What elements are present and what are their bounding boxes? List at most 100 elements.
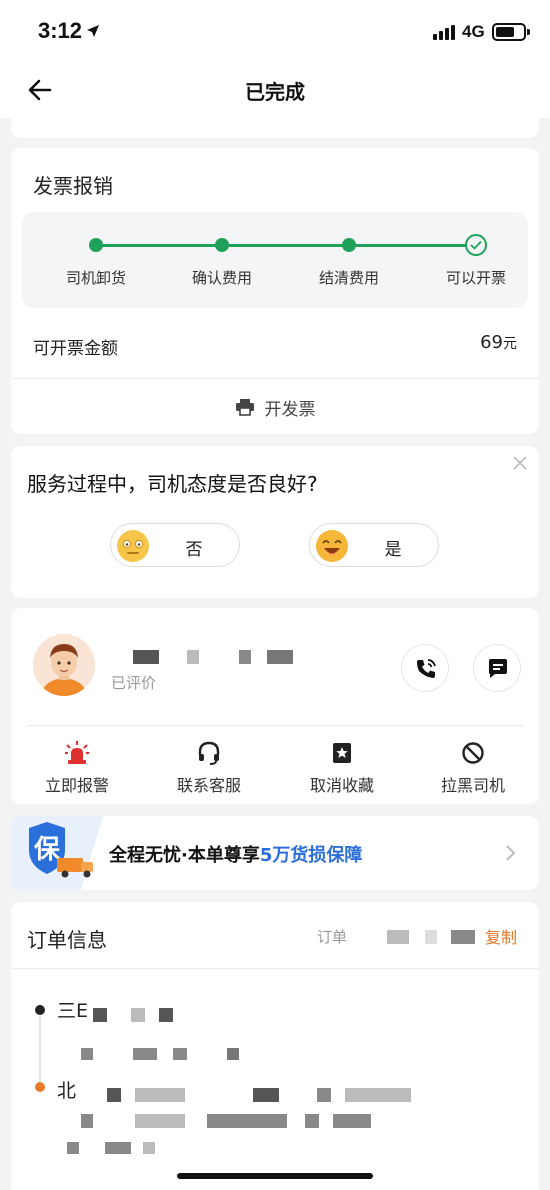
step-dot xyxy=(342,238,356,252)
call-driver-button[interactable] xyxy=(401,644,449,692)
step-check-icon xyxy=(465,234,487,256)
status-bar: 3:12 4G xyxy=(0,0,550,62)
unfavorite-button[interactable]: 取消收藏 xyxy=(287,736,397,796)
redacted-text xyxy=(135,1088,185,1102)
invoice-progress: 司机卸货 确认费用 结清费用 可以开票 xyxy=(22,212,528,308)
status-time: 3:12 xyxy=(38,18,83,43)
redacted-text xyxy=(387,930,409,944)
issue-invoice-label: 开发票 xyxy=(264,399,316,420)
neutral-face-icon xyxy=(117,530,149,562)
divider xyxy=(11,968,539,969)
location-arrow-icon xyxy=(87,25,99,37)
driver-attitude-survey: 服务过程中，司机态度是否良好? 否 是 xyxy=(11,446,539,598)
redacted-text xyxy=(105,1142,131,1154)
issue-invoice-button[interactable]: 开发票 xyxy=(11,380,539,434)
redacted-text xyxy=(173,1048,187,1060)
survey-yes-button[interactable]: 是 xyxy=(309,523,439,567)
insurance-text-prefix: 全程无忧·本单尊享 xyxy=(109,845,260,866)
page-title: 已完成 xyxy=(245,80,305,104)
happy-face-icon xyxy=(316,530,348,562)
redacted-text xyxy=(207,1114,287,1128)
nav-bar: 已完成 xyxy=(0,62,550,118)
route-line xyxy=(39,1016,41,1082)
redacted-text xyxy=(425,930,437,944)
survey-no-label: 否 xyxy=(185,540,203,560)
survey-no-button[interactable]: 否 xyxy=(110,523,240,567)
block-driver-label: 拉黑司机 xyxy=(440,776,505,795)
order-info-title: 订单信息 xyxy=(27,928,107,952)
customer-service-button[interactable]: 联系客服 xyxy=(154,736,264,796)
redacted-text xyxy=(93,1008,107,1022)
divider xyxy=(27,725,523,726)
origin-dot xyxy=(35,1005,45,1015)
alarm-light-icon xyxy=(65,741,89,764)
emergency-alarm-button[interactable]: 立即报警 xyxy=(22,736,132,796)
block-icon xyxy=(462,742,484,764)
redacted-text xyxy=(187,650,199,664)
step-dot xyxy=(215,238,229,252)
redacted-text xyxy=(305,1114,319,1128)
order-info-card: 订单信息 订单 复制 三E 北 xyxy=(11,902,539,1190)
redacted-text xyxy=(67,1142,79,1154)
amount-value: 69 xyxy=(480,332,503,353)
phone-icon xyxy=(417,659,436,678)
insurance-text-highlight: 5万货损保障 xyxy=(259,845,363,866)
driver-avatar xyxy=(33,634,95,696)
redacted-text xyxy=(143,1142,155,1154)
redacted-text xyxy=(267,650,293,664)
rated-status: 已评价 xyxy=(111,674,157,692)
redacted-text xyxy=(227,1048,239,1060)
destination-dot xyxy=(35,1082,45,1092)
redacted-text xyxy=(451,930,475,944)
chat-icon xyxy=(489,659,507,678)
redacted-text xyxy=(317,1088,331,1102)
insurance-badge-text: 保 xyxy=(33,835,61,865)
origin-address: 三E xyxy=(57,1000,89,1022)
copy-order-button[interactable]: 复制 xyxy=(485,924,517,948)
divider xyxy=(11,378,539,379)
driver-card: 已评价 立即报警 联系客服 取消收藏 拉黑司机 xyxy=(11,608,539,804)
invoice-amount: 69元 xyxy=(480,332,517,353)
survey-question: 服务过程中，司机态度是否良好? xyxy=(27,472,318,496)
redacted-text xyxy=(135,1114,185,1128)
invoice-card: 发票报销 司机卸货 确认费用 结清费用 可以开票 可开票金额 69元 开发票 xyxy=(11,148,539,434)
insurance-shield-icon: 保 xyxy=(11,816,103,890)
redacted-text xyxy=(131,1008,145,1022)
redacted-text xyxy=(159,1008,173,1022)
driver-actions: 立即报警 联系客服 取消收藏 拉黑司机 xyxy=(11,736,539,796)
step-label: 可以开票 xyxy=(445,269,506,287)
redacted-text xyxy=(81,1048,93,1060)
battery-icon xyxy=(492,23,530,41)
insurance-banner-text: 全程无忧·本单尊享5万货损保障 xyxy=(109,841,362,867)
step-label: 司机卸货 xyxy=(65,269,126,287)
customer-service-label: 联系客服 xyxy=(176,776,241,795)
star-box-icon xyxy=(333,743,351,763)
step-label: 结清费用 xyxy=(318,269,379,287)
redacted-text xyxy=(239,650,251,664)
headset-icon xyxy=(198,741,220,765)
invoice-title: 发票报销 xyxy=(33,174,113,198)
survey-yes-label: 是 xyxy=(384,540,402,560)
redacted-text xyxy=(253,1088,279,1102)
redacted-text xyxy=(333,1114,371,1128)
step-label: 确认费用 xyxy=(191,269,252,287)
unfavorite-label: 取消收藏 xyxy=(309,776,374,795)
close-icon[interactable] xyxy=(511,454,529,472)
signal-icon xyxy=(433,25,455,40)
step-dot xyxy=(89,238,103,252)
redacted-text xyxy=(133,650,159,664)
redacted-text xyxy=(133,1048,157,1060)
emergency-alarm-label: 立即报警 xyxy=(44,776,109,795)
message-driver-button[interactable] xyxy=(473,644,521,692)
chevron-right-icon xyxy=(506,845,516,861)
order-number-label: 订单 xyxy=(317,928,348,946)
previous-card-bottom xyxy=(11,118,539,138)
redacted-text xyxy=(345,1088,411,1102)
invoice-amount-label: 可开票金额 xyxy=(33,339,118,359)
block-driver-button[interactable]: 拉黑司机 xyxy=(418,736,528,796)
network-type: 4G xyxy=(462,22,485,41)
printer-icon xyxy=(235,399,254,416)
destination-address: 北 xyxy=(57,1080,77,1102)
redacted-text xyxy=(81,1114,93,1128)
insurance-banner[interactable]: 保 全程无忧·本单尊享5万货损保障 xyxy=(11,816,539,890)
